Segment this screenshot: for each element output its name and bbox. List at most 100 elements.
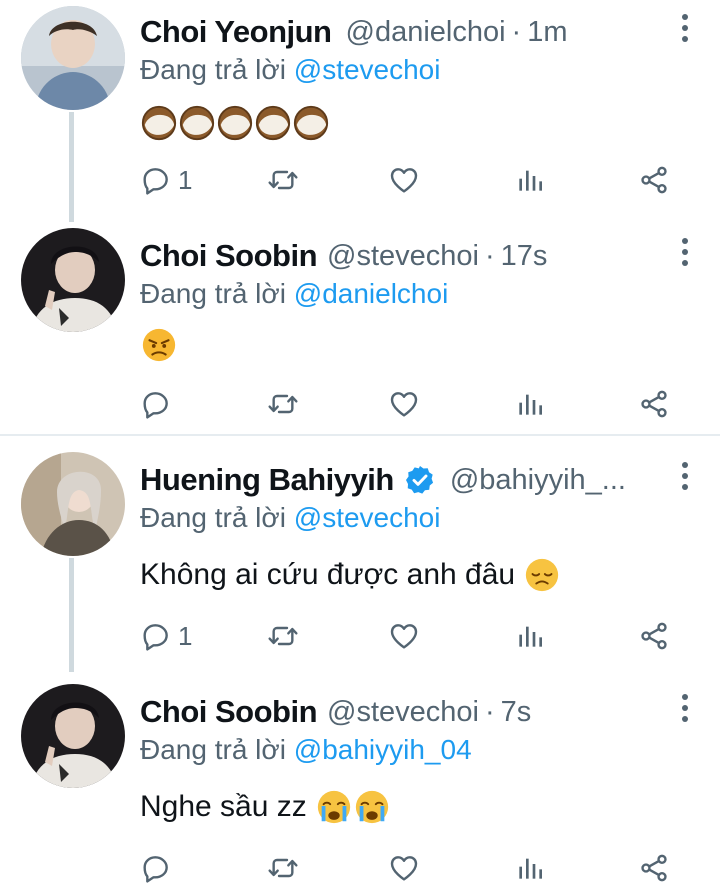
tweet-header: Huening Bahiyyih @bahiyyih_...	[140, 460, 660, 500]
tweet-text: Nghe sầu zz	[140, 788, 391, 826]
retweet-button[interactable]	[267, 384, 299, 424]
disappointed-face-emoji-icon	[523, 556, 561, 594]
reply-button[interactable]	[140, 848, 178, 888]
tweet-text: Không ai cứu được anh đâu	[140, 556, 561, 594]
replying-to: Đang trả lời @stevechoi	[140, 502, 440, 534]
timestamp[interactable]: 7s	[501, 696, 532, 729]
more-options-icon[interactable]	[680, 238, 690, 272]
tweet-text	[140, 104, 330, 142]
like-button[interactable]	[388, 160, 420, 200]
reply-icon	[140, 620, 172, 652]
reply-icon	[140, 388, 172, 420]
replying-prefix: Đang trả lời	[140, 734, 286, 765]
reply-count: 1	[178, 164, 193, 195]
share-icon	[638, 164, 670, 196]
views-button[interactable]	[514, 384, 546, 424]
like-button[interactable]	[388, 384, 420, 424]
replying-mention[interactable]: @stevechoi	[294, 54, 441, 85]
tweet-header: Choi Soobin @stevechoi · 7s	[140, 692, 660, 732]
replying-to: Đang trả lời @bahiyyih_04	[140, 734, 472, 766]
loudly-crying-face-emoji-icon	[353, 788, 391, 826]
more-options-icon[interactable]	[680, 14, 690, 48]
reply-button[interactable]: 1	[140, 616, 192, 656]
coconut-emoji-icon	[216, 104, 254, 142]
coconut-emoji-icon	[254, 104, 292, 142]
replying-prefix: Đang trả lời	[140, 502, 286, 533]
views-button[interactable]	[514, 160, 546, 200]
user-handle[interactable]: @danielchoi	[346, 16, 506, 49]
more-options-icon[interactable]	[680, 462, 690, 496]
divider	[0, 434, 720, 436]
separator-dot: ·	[484, 239, 495, 272]
views-button[interactable]	[514, 616, 546, 656]
user-handle[interactable]: @bahiyyih_...	[450, 464, 626, 497]
user-handle[interactable]: @stevechoi	[327, 240, 479, 273]
tweet-header: Choi Soobin @stevechoi · 17s	[140, 236, 660, 276]
coconut-emoji-icon	[178, 104, 216, 142]
display-name[interactable]: Huening Bahiyyih	[140, 462, 394, 498]
retweet-button[interactable]	[267, 848, 299, 888]
like-button[interactable]	[388, 848, 420, 888]
separator-dot: ·	[484, 695, 495, 728]
tweet-actions	[140, 848, 680, 888]
tweet[interactable]: Huening Bahiyyih @bahiyyih_... Đang trả …	[0, 448, 720, 670]
display-name[interactable]: Choi Yeonjun	[140, 14, 332, 50]
share-button[interactable]	[638, 616, 670, 656]
share-button[interactable]	[638, 848, 670, 888]
display-name[interactable]: Choi Soobin	[140, 238, 318, 274]
timestamp[interactable]: 1m	[527, 16, 567, 49]
replying-mention[interactable]: @danielchoi	[294, 278, 449, 309]
replying-mention[interactable]: @stevechoi	[294, 502, 441, 533]
views-button[interactable]	[514, 848, 546, 888]
retweet-icon	[267, 388, 299, 420]
replying-mention[interactable]: @bahiyyih_04	[294, 734, 472, 765]
replying-prefix: Đang trả lời	[140, 278, 286, 309]
retweet-icon	[267, 164, 299, 196]
share-icon	[638, 620, 670, 652]
heart-icon	[388, 852, 420, 884]
tweet-actions: 1	[140, 160, 680, 200]
user-handle[interactable]: @stevechoi	[327, 696, 479, 729]
retweet-button[interactable]	[267, 616, 299, 656]
tweet[interactable]: Choi Soobin @stevechoi · 7s Đang trả lời…	[0, 676, 720, 893]
bar-chart-icon	[514, 164, 546, 196]
avatar[interactable]	[21, 452, 125, 556]
reply-icon	[140, 164, 172, 196]
tweet-header: Choi Yeonjun @danielchoi · 1m	[140, 12, 660, 52]
bar-chart-icon	[514, 852, 546, 884]
coconut-emoji-icon	[292, 104, 330, 142]
replying-to: Đang trả lời @stevechoi	[140, 54, 440, 86]
bar-chart-icon	[514, 388, 546, 420]
more-options-icon[interactable]	[680, 694, 690, 728]
angry-face-emoji-icon	[140, 326, 178, 364]
share-icon	[638, 852, 670, 884]
tweet[interactable]: Choi Yeonjun @danielchoi · 1m Đang trả l…	[0, 0, 720, 222]
reply-button[interactable]	[140, 384, 178, 424]
tweet-body: Không ai cứu được anh đâu	[140, 558, 516, 591]
like-button[interactable]	[388, 616, 420, 656]
share-button[interactable]	[638, 384, 670, 424]
heart-icon	[388, 164, 420, 196]
heart-icon	[388, 388, 420, 420]
share-button[interactable]	[638, 160, 670, 200]
tweet[interactable]: Choi Soobin @stevechoi · 17s Đang trả lờ…	[0, 224, 720, 434]
reply-button[interactable]: 1	[140, 160, 192, 200]
reply-count: 1	[178, 620, 193, 651]
avatar[interactable]	[21, 228, 125, 332]
retweet-icon	[267, 620, 299, 652]
separator-dot: ·	[511, 15, 522, 48]
reply-icon	[140, 852, 172, 884]
display-name[interactable]: Choi Soobin	[140, 694, 318, 730]
timestamp[interactable]: 17s	[501, 240, 548, 273]
tweet-text	[140, 326, 178, 364]
coconut-emoji-icon	[140, 104, 178, 142]
heart-icon	[388, 620, 420, 652]
avatar[interactable]	[21, 6, 125, 110]
verified-badge-icon	[405, 466, 433, 494]
replying-prefix: Đang trả lời	[140, 54, 286, 85]
retweet-button[interactable]	[267, 160, 299, 200]
retweet-icon	[267, 852, 299, 884]
share-icon	[638, 388, 670, 420]
replying-to: Đang trả lời @danielchoi	[140, 278, 448, 310]
avatar[interactable]	[21, 684, 125, 788]
